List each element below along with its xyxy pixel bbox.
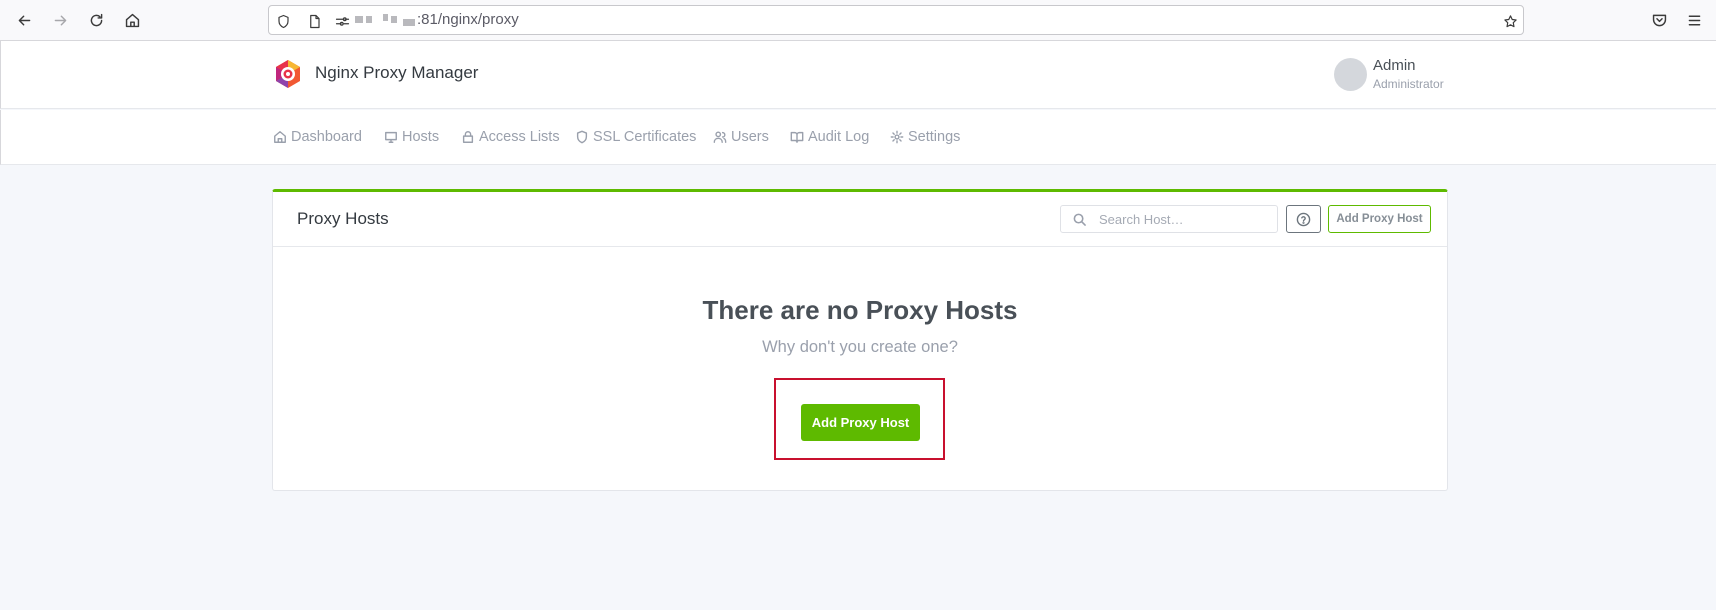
tab-label: Audit Log: [808, 129, 870, 145]
tab-users[interactable]: Users: [713, 129, 769, 145]
tab-label: Hosts: [402, 129, 440, 145]
empty-state-subtitle: Why don't you create one?: [762, 338, 958, 356]
menu-button[interactable]: [1681, 7, 1707, 33]
home-icon: [274, 131, 286, 143]
app-header: Nginx Proxy Manager Admin Administrator: [0, 41, 1716, 109]
main-nav: Dashboard Hosts Access Lists SSL Certifi…: [0, 110, 1716, 165]
tab-audit-log[interactable]: Audit Log: [790, 129, 869, 145]
help-button[interactable]: [1286, 205, 1321, 233]
pocket-button[interactable]: [1646, 7, 1672, 33]
url-text[interactable]: :81/nginx/proxy: [417, 11, 519, 28]
tab-label: Dashboard: [291, 129, 362, 145]
search-box[interactable]: [1060, 205, 1278, 233]
question-circle-icon: [1296, 212, 1311, 226]
tab-settings[interactable]: Settings: [890, 129, 960, 145]
tab-label: Users: [731, 129, 769, 145]
back-button[interactable]: [11, 7, 37, 33]
tab-ssl-certificates[interactable]: SSL Certificates: [575, 129, 696, 145]
home-button[interactable]: [119, 7, 145, 33]
card-header: Proxy Hosts Add Proxy Host: [273, 192, 1447, 247]
forward-button[interactable]: [47, 7, 73, 33]
tab-label: Access Lists: [479, 129, 560, 145]
permissions-icon[interactable]: [333, 12, 351, 30]
tab-hosts[interactable]: Hosts: [384, 129, 439, 145]
page-icon[interactable]: [305, 12, 323, 30]
nginx-proxy-manager-logo-icon[interactable]: [273, 59, 303, 89]
home-icon: [125, 13, 139, 27]
book-icon: [790, 131, 804, 143]
card-title: Proxy Hosts: [297, 209, 389, 228]
browser-toolbar: :81/nginx/proxy: [0, 0, 1716, 41]
redacted-host: [355, 14, 415, 26]
empty-state-title: There are no Proxy Hosts: [702, 295, 1018, 325]
gear-icon: [890, 130, 904, 144]
brand-title[interactable]: Nginx Proxy Manager: [315, 63, 478, 83]
reload-button[interactable]: [83, 7, 109, 33]
arrow-right-icon: [54, 15, 66, 25]
monitor-icon: [385, 131, 397, 143]
reload-icon: [90, 13, 102, 26]
tab-label: Settings: [908, 129, 961, 145]
search-icon: [1073, 213, 1086, 226]
lock-icon: [462, 131, 474, 143]
shield-icon: [576, 130, 588, 144]
hamburger-menu-icon: [1688, 15, 1700, 25]
tab-label: SSL Certificates: [593, 129, 697, 145]
add-proxy-host-button[interactable]: Add Proxy Host: [801, 404, 920, 441]
avatar[interactable]: [1334, 58, 1367, 91]
proxy-hosts-card: Proxy Hosts Add Proxy Host There are no …: [272, 189, 1448, 491]
tab-access-lists[interactable]: Access Lists: [461, 129, 560, 145]
users-icon: [713, 131, 727, 143]
search-input[interactable]: [1099, 210, 1269, 228]
arrow-left-icon: [18, 15, 30, 25]
shield-icon[interactable]: [274, 12, 292, 30]
address-bar[interactable]: :81/nginx/proxy: [268, 5, 1524, 35]
add-proxy-host-header-button[interactable]: Add Proxy Host: [1328, 205, 1431, 233]
tab-dashboard[interactable]: Dashboard: [273, 129, 362, 145]
user-role: Administrator: [1373, 77, 1444, 91]
user-name[interactable]: Admin: [1373, 57, 1416, 74]
bookmark-star-icon[interactable]: [1501, 12, 1519, 30]
pocket-icon: [1652, 14, 1666, 26]
